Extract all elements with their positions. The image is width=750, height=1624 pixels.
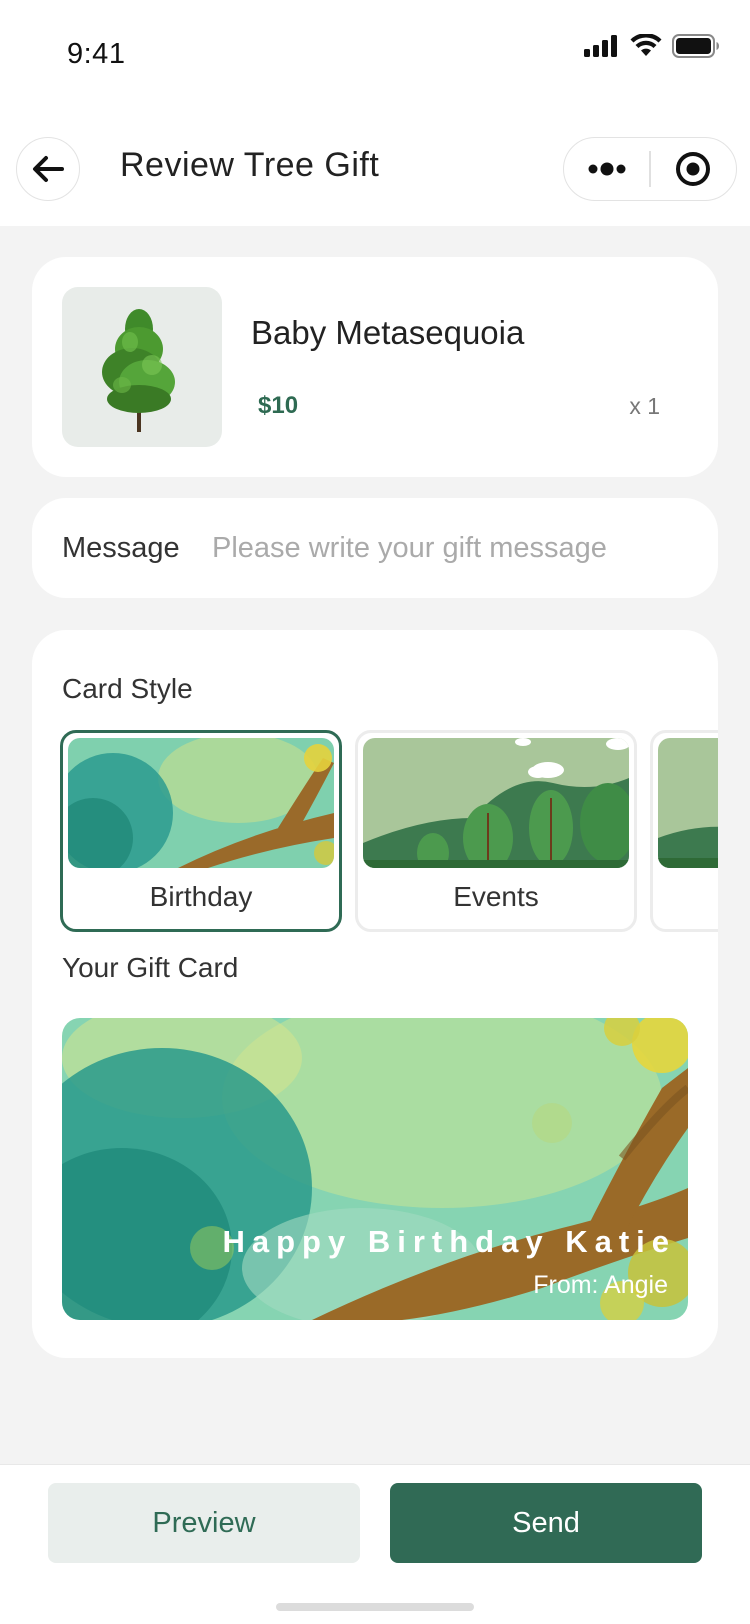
card-style-option-birthday[interactable]: Birthday [60, 730, 342, 932]
battery-icon [672, 34, 719, 58]
option-label: Birthday [149, 881, 253, 912]
status-icons [584, 34, 720, 58]
gift-card-sender: From: Angie [533, 1271, 668, 1299]
preview-button[interactable]: Preview [48, 1483, 360, 1563]
more-button[interactable] [564, 138, 649, 200]
send-button[interactable]: Send [390, 1483, 702, 1563]
signal-icon [584, 35, 617, 57]
back-button[interactable] [16, 137, 80, 201]
product-card: Baby Metasequoia $10 x 1 [32, 257, 718, 477]
product-name: Baby Metasequoia [251, 314, 525, 351]
message-label: Message [62, 532, 180, 564]
product-price: $10 [258, 392, 299, 419]
product-image [62, 287, 222, 447]
gift-card-label: Your Gift Card [62, 952, 239, 983]
card-style-option-events[interactable]: Events [355, 730, 637, 932]
home-indicator [276, 1603, 474, 1611]
mini-program-capsule [563, 137, 737, 201]
message-input[interactable] [212, 524, 692, 572]
bottom-action-bar: Preview Send [0, 1464, 750, 1624]
arrow-left-icon [33, 156, 64, 182]
page-title: Review Tree Gift [120, 146, 380, 184]
option-label: Events [453, 881, 539, 912]
product-quantity: x 1 [629, 393, 660, 419]
tree-icon [102, 309, 175, 432]
message-card: Message [32, 498, 718, 598]
gift-card-greeting: Happy Birthday Katie [222, 1224, 676, 1259]
card-style-option-3[interactable] [650, 730, 718, 932]
birthday-thumbnail [68, 738, 334, 868]
target-circle-icon [676, 152, 711, 186]
close-button[interactable] [651, 138, 736, 200]
card-style-section: Card Style Birthday Events Your Gift Car… [32, 630, 718, 1358]
events-thumbnail [363, 738, 629, 868]
status-time: 9:41 [67, 38, 126, 70]
wifi-icon [630, 34, 662, 56]
gift-card-preview: Happy Birthday Katie From: Angie [62, 1018, 688, 1320]
more-dots-icon [588, 162, 626, 176]
option-3-thumbnail [658, 738, 718, 868]
card-style-label: Card Style [62, 673, 193, 704]
